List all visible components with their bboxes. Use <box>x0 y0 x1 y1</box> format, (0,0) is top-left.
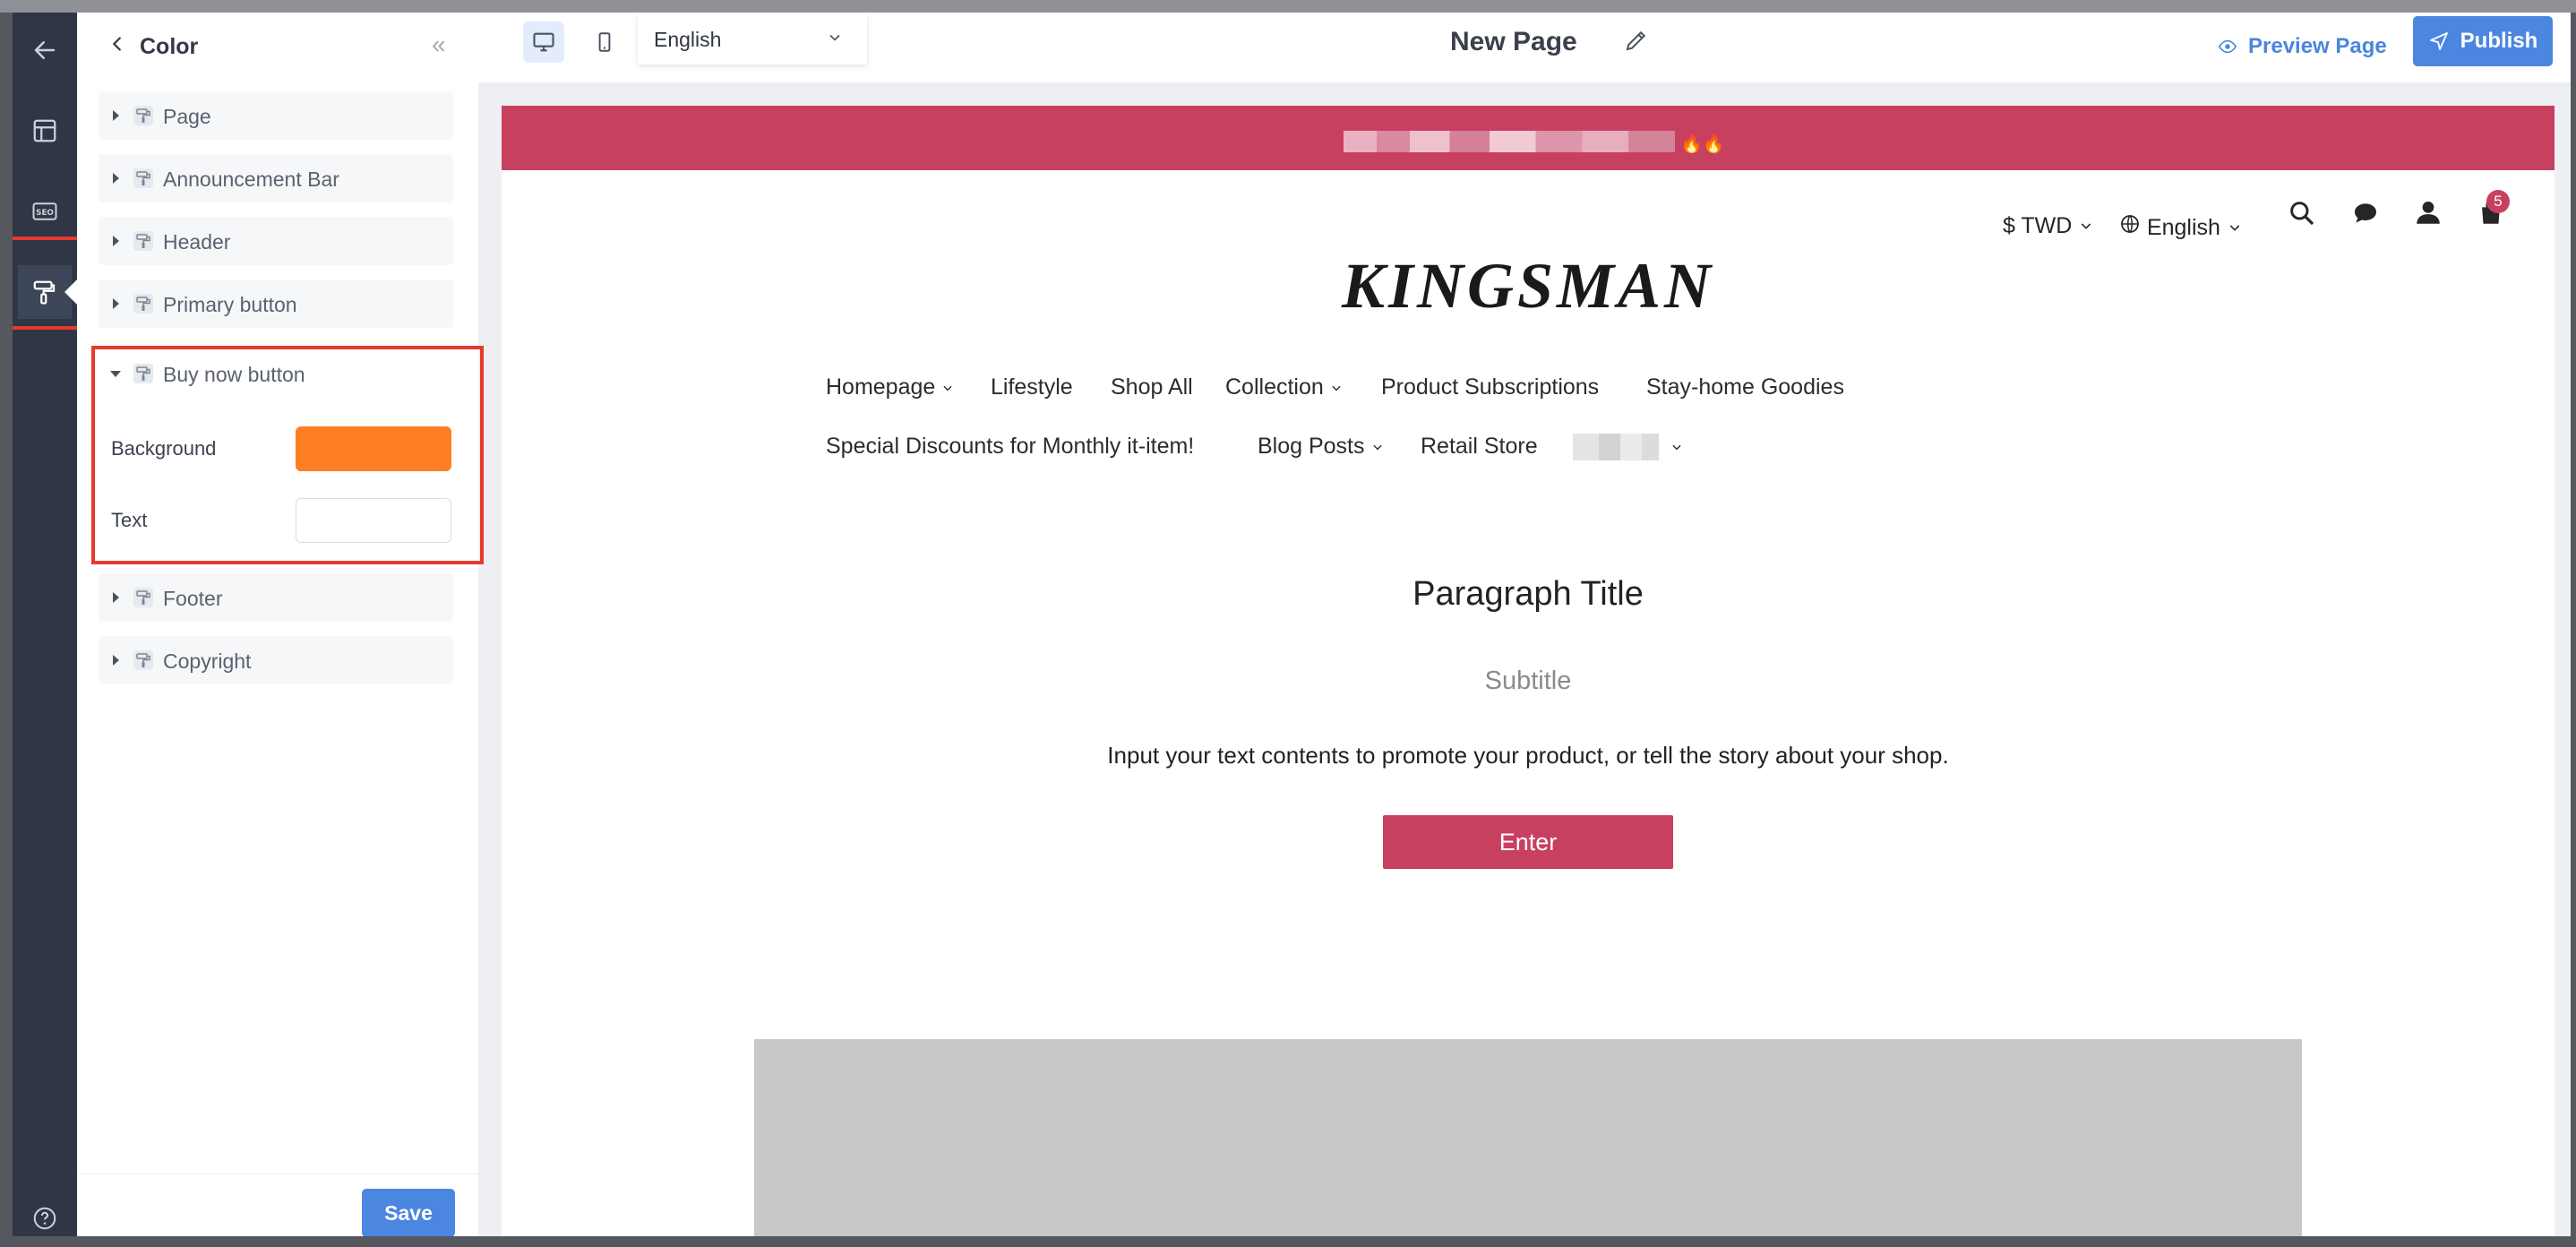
svg-text:SEO: SEO <box>36 209 54 218</box>
chevron-down-icon <box>1372 444 1382 451</box>
chat-icon[interactable] <box>2350 199 2381 228</box>
nav-blog-posts[interactable]: Blog Posts <box>1258 434 1385 460</box>
help-icon <box>33 1207 56 1230</box>
search-icon[interactable] <box>2288 199 2316 228</box>
nav-retail-store[interactable]: Retail Store <box>1421 434 1538 460</box>
chevron-down-icon <box>2229 225 2240 231</box>
paint-icon <box>133 231 153 251</box>
enter-button[interactable]: Enter <box>1383 815 1673 869</box>
nav-product-subscriptions[interactable]: Product Subscriptions <box>1381 374 1599 400</box>
eye-icon <box>2218 39 2237 54</box>
back-arrow-button[interactable] <box>18 23 72 77</box>
fire-icon: 🔥🔥 <box>1680 134 1725 154</box>
paint-icon <box>133 650 153 670</box>
account-icon[interactable] <box>2413 197 2443 228</box>
seo-icon: SEO <box>32 202 57 220</box>
cart-count-badge: 5 <box>2486 190 2510 213</box>
desktop-icon <box>533 32 554 52</box>
redacted-nav-item[interactable] <box>1573 434 1659 460</box>
paint-icon <box>133 106 153 125</box>
panel-title: Color <box>140 34 199 59</box>
chevron-down-icon <box>829 34 840 41</box>
accordion-label: Footer <box>163 587 223 610</box>
desktop-view-button[interactable] <box>523 22 564 63</box>
caret-right-icon <box>113 298 119 309</box>
nav-stay-home-goodies[interactable]: Stay-home Goodies <box>1646 374 1844 400</box>
panel-footer: Save <box>77 1174 478 1236</box>
caret-right-icon <box>113 110 119 121</box>
back-arrow-icon <box>34 41 56 59</box>
chevron-down-icon <box>943 385 952 391</box>
chevron-left-icon[interactable] <box>107 32 127 56</box>
language-select-value: English <box>654 28 722 51</box>
nav-collection[interactable]: Collection <box>1225 374 1344 400</box>
accordion-label: Page <box>163 105 211 128</box>
nav-label: Blog Posts <box>1258 434 1365 459</box>
caret-right-icon <box>113 592 119 603</box>
accordion-footer[interactable]: Footer <box>99 573 453 622</box>
publish-label: Publish <box>2460 29 2538 53</box>
nav-special-discounts[interactable]: Special Discounts for Monthly it-item! <box>826 434 1194 460</box>
paragraph-subtitle: Subtitle <box>1484 666 1572 695</box>
currency-switcher[interactable]: $ TWD <box>2003 213 2094 239</box>
seo-button[interactable]: SEO <box>18 185 72 238</box>
nav-homepage[interactable]: Homepage <box>826 374 955 400</box>
caret-right-icon <box>113 655 119 666</box>
save-button[interactable]: Save <box>362 1189 455 1236</box>
globe-icon <box>2121 215 2139 233</box>
nav-label: Homepage <box>826 374 936 400</box>
page-preview-canvas: 🔥🔥 $ TWD English 5 KINGSMAN Homepage Lif… <box>502 106 2555 1236</box>
panel-header: Color « <box>77 13 478 75</box>
color-settings-panel: Color « Page Announcement Bar Header Pri… <box>77 13 478 1236</box>
announcement-bar[interactable]: 🔥🔥 <box>502 106 2555 170</box>
accordion-label: Header <box>163 230 231 254</box>
caret-right-icon <box>113 173 119 184</box>
store-language-switcher[interactable]: English <box>2119 213 2243 241</box>
accordion-label: Announcement Bar <box>163 168 339 191</box>
caret-right-icon <box>113 236 119 246</box>
paint-icon <box>133 294 153 314</box>
paint-icon <box>133 588 153 607</box>
language-select[interactable]: English <box>638 13 867 64</box>
store-logo[interactable]: KINGSMAN <box>502 249 2555 323</box>
preview-page-button[interactable]: Preview Page <box>2216 27 2387 66</box>
nav-shop-all[interactable]: Shop All <box>1111 374 1193 400</box>
paragraph-title: Paragraph Title <box>1413 575 1644 613</box>
pencil-edit-icon[interactable] <box>1623 27 1650 54</box>
publish-button[interactable]: Publish <box>2413 16 2553 66</box>
window-top-edge <box>0 0 2576 13</box>
nav-lifestyle[interactable]: Lifestyle <box>991 374 1073 400</box>
accordion-announcement-bar[interactable]: Announcement Bar <box>99 154 453 202</box>
accordion-copyright[interactable]: Copyright <box>99 636 453 684</box>
editor-top-bar: English New Page Preview Page Publish <box>478 13 2571 82</box>
paint-icon <box>133 168 153 188</box>
editor-window: SEO Color « Page Announcement Bar Header… <box>13 13 2571 1236</box>
layout-icon <box>33 119 56 142</box>
rail-highlight-box <box>13 236 81 330</box>
chevron-down-icon <box>1672 444 1681 451</box>
accordion-page[interactable]: Page <box>99 91 453 140</box>
chevron-down-icon <box>2082 223 2091 229</box>
buy-now-highlight-box <box>91 346 484 564</box>
page-title: New Page <box>1450 27 1577 56</box>
mobile-view-button[interactable] <box>584 22 625 63</box>
image-placeholder[interactable] <box>754 1039 2302 1236</box>
layout-button[interactable] <box>18 104 72 158</box>
left-icon-rail: SEO <box>13 13 77 1236</box>
nav-label: Collection <box>1225 374 1324 400</box>
accordion-primary-button[interactable]: Primary button <box>99 280 453 328</box>
preview-page-label: Preview Page <box>2248 34 2387 58</box>
paragraph-body: Input your text contents to promote your… <box>1107 742 1949 769</box>
redacted-announcement-text <box>1344 131 1675 152</box>
accordion-header[interactable]: Header <box>99 217 453 265</box>
accordion-label: Copyright <box>163 649 252 673</box>
chevron-down-icon <box>1332 385 1341 391</box>
accordion-label: Primary button <box>163 293 297 316</box>
send-icon <box>2429 32 2448 50</box>
store-language-value: English <box>2146 215 2220 240</box>
help-button[interactable] <box>18 1191 72 1236</box>
currency-value: $ TWD <box>2003 213 2073 238</box>
collapse-panel-icon[interactable]: « <box>432 32 446 57</box>
mobile-icon <box>598 32 611 52</box>
